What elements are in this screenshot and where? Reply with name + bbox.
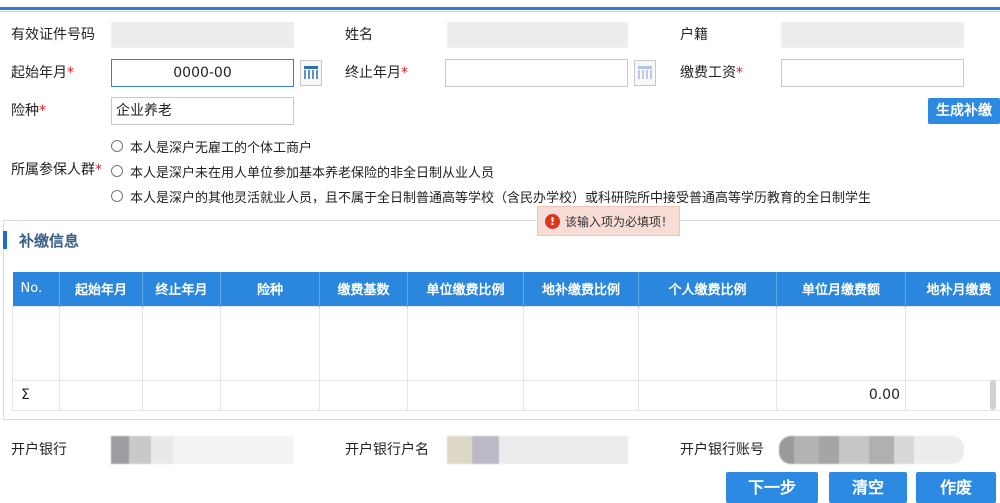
bank-value-redacted — [111, 436, 294, 464]
end-month-calendar-icon[interactable] — [634, 60, 656, 86]
error-icon: ! — [545, 213, 560, 229]
end-month-label: 终止年月* — [345, 65, 408, 81]
account-number-value-redacted — [779, 436, 964, 464]
section-marker — [3, 231, 7, 249]
radio-button[interactable] — [111, 190, 123, 202]
name-value-redacted — [447, 22, 628, 48]
top-accent-line — [0, 7, 1000, 10]
col-unit-monthly[interactable]: 单位月缴费额 — [776, 272, 906, 306]
group-label: 所属参保人群* — [11, 162, 102, 178]
account-name-value-redacted — [447, 436, 628, 464]
id-number-label: 有效证件号码 — [11, 27, 95, 43]
radio-button[interactable] — [111, 165, 123, 177]
start-month-input[interactable]: 0000-00 — [111, 59, 294, 87]
next-button[interactable]: 下一步 — [726, 472, 818, 503]
col-end-month[interactable]: 终止年月 — [142, 272, 221, 306]
generate-supplement-button[interactable]: 生成补缴 — [928, 98, 1000, 124]
col-local-rate[interactable]: 地补缴费比例 — [523, 272, 639, 306]
table-header-row: No. 起始年月 终止年月 险种 缴费基数 单位缴费比例 地补缴费比例 个人缴费… — [12, 272, 1000, 306]
table-empty-area — [12, 305, 1000, 381]
col-personal-rate[interactable]: 个人缴费比例 — [638, 272, 777, 306]
supplement-table: No. 起始年月 终止年月 险种 缴费基数 单位缴费比例 地补缴费比例 个人缴费… — [12, 272, 1000, 411]
section-title: 补缴信息 — [19, 232, 80, 250]
wage-label: 缴费工资* — [680, 65, 743, 81]
wage-input[interactable] — [781, 59, 964, 87]
radio-button[interactable] — [111, 140, 123, 152]
name-label: 姓名 — [345, 27, 373, 43]
group-option-2[interactable]: 本人是深户未在用人单位参加基本养老保险的非全日制从业人员 — [111, 161, 494, 181]
col-insurance[interactable]: 险种 — [220, 272, 320, 306]
col-unit-rate[interactable]: 单位缴费比例 — [407, 272, 524, 306]
validation-tooltip: ! 该输入项为必填项！ — [537, 206, 680, 236]
table-sum-row: Σ 0.00 — [12, 379, 1000, 411]
account-name-label: 开户银行户名 — [345, 442, 429, 458]
id-number-value-redacted — [111, 22, 294, 48]
end-month-input[interactable] — [445, 59, 628, 87]
col-base[interactable]: 缴费基数 — [319, 272, 408, 306]
group-option-1[interactable]: 本人是深户无雇工的个体工商户 — [111, 136, 312, 156]
col-local-monthly[interactable]: 地补月缴费 — [905, 272, 1000, 306]
start-month-calendar-icon[interactable] — [300, 60, 322, 86]
account-number-label: 开户银行账号 — [680, 442, 764, 458]
col-no[interactable]: No. — [12, 272, 60, 306]
top-accent-line-shadow — [0, 11, 1000, 12]
household-label: 户籍 — [680, 27, 708, 43]
start-month-label: 起始年月* — [11, 65, 74, 81]
group-option-3[interactable]: 本人是深户的其他灵活就业人员，且不属于全日制普通高等学校（含民办学校）或科研院所… — [111, 186, 871, 206]
bank-label: 开户银行 — [11, 442, 67, 458]
household-value-redacted — [781, 22, 964, 48]
clear-button[interactable]: 清空 — [829, 472, 907, 503]
void-button[interactable]: 作废 — [916, 472, 996, 503]
col-start-month[interactable]: 起始年月 — [59, 272, 143, 306]
sum-unit-monthly: 0.00 — [776, 379, 906, 411]
insurance-label: 险种* — [11, 103, 46, 119]
sum-symbol: Σ — [12, 379, 60, 411]
table-scrollbar[interactable] — [990, 380, 996, 410]
insurance-input[interactable]: 企业养老 — [111, 97, 294, 125]
